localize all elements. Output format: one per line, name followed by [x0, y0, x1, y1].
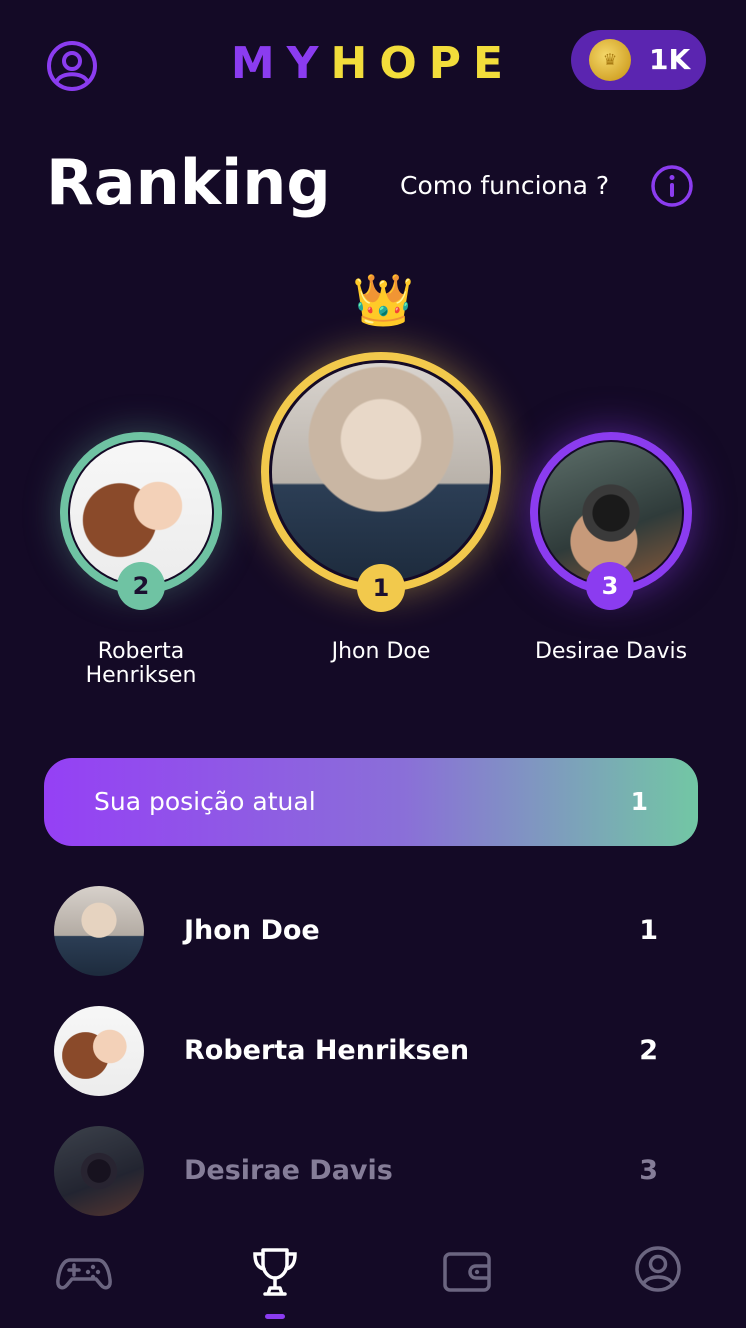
nav-wallet[interactable]	[440, 1244, 496, 1300]
current-position-banner: Sua posição atual 1	[44, 758, 698, 846]
wallet-icon	[443, 1252, 491, 1292]
avatar	[54, 886, 144, 976]
info-button[interactable]	[650, 164, 694, 208]
rank-badge: 3	[586, 562, 634, 610]
nav-active-indicator	[265, 1314, 285, 1319]
avatar	[54, 1006, 144, 1096]
page-title: Ranking	[46, 146, 331, 219]
nav-games[interactable]	[56, 1244, 112, 1300]
list-item-rank: 1	[639, 915, 658, 946]
nav-ranking[interactable]	[247, 1244, 303, 1300]
podium-name: Desirae Davis	[534, 639, 688, 664]
avatar	[54, 1126, 144, 1216]
list-item-name: Jhon Doe	[184, 915, 320, 946]
list-item[interactable]: Desirae Davis 3	[0, 1126, 746, 1218]
rank-badge: 1	[357, 564, 405, 612]
logo-part-hope: HOPE	[330, 38, 516, 89]
list-item-rank: 3	[639, 1155, 658, 1186]
logo-part-my: MY	[230, 38, 331, 89]
profile-icon	[635, 1246, 681, 1292]
podium-name: Roberta Henriksen	[85, 639, 197, 688]
crown-icon: 👑	[352, 271, 415, 329]
nav-profile[interactable]	[630, 1244, 686, 1300]
rank-badge: 2	[117, 562, 165, 610]
list-item-rank: 2	[639, 1035, 658, 1066]
coin-icon: ♛	[589, 39, 631, 81]
list-item[interactable]: Roberta Henriksen 2	[0, 1006, 746, 1098]
podium-name: Jhon Doe	[331, 639, 431, 664]
coin-balance[interactable]: ♛ 1K	[571, 30, 706, 90]
list-item-name: Desirae Davis	[184, 1155, 393, 1186]
current-position-label: Sua posição atual	[94, 787, 316, 816]
how-it-works-link[interactable]: Como funciona ?	[400, 168, 609, 204]
current-position-value: 1	[630, 787, 648, 816]
gamepad-icon	[56, 1258, 112, 1290]
list-item[interactable]: Jhon Doe 1	[0, 886, 746, 978]
info-icon	[651, 165, 693, 207]
trophy-icon	[253, 1248, 297, 1296]
avatar	[272, 363, 490, 581]
coin-balance-value: 1K	[649, 43, 691, 76]
list-item-name: Roberta Henriksen	[184, 1035, 470, 1066]
